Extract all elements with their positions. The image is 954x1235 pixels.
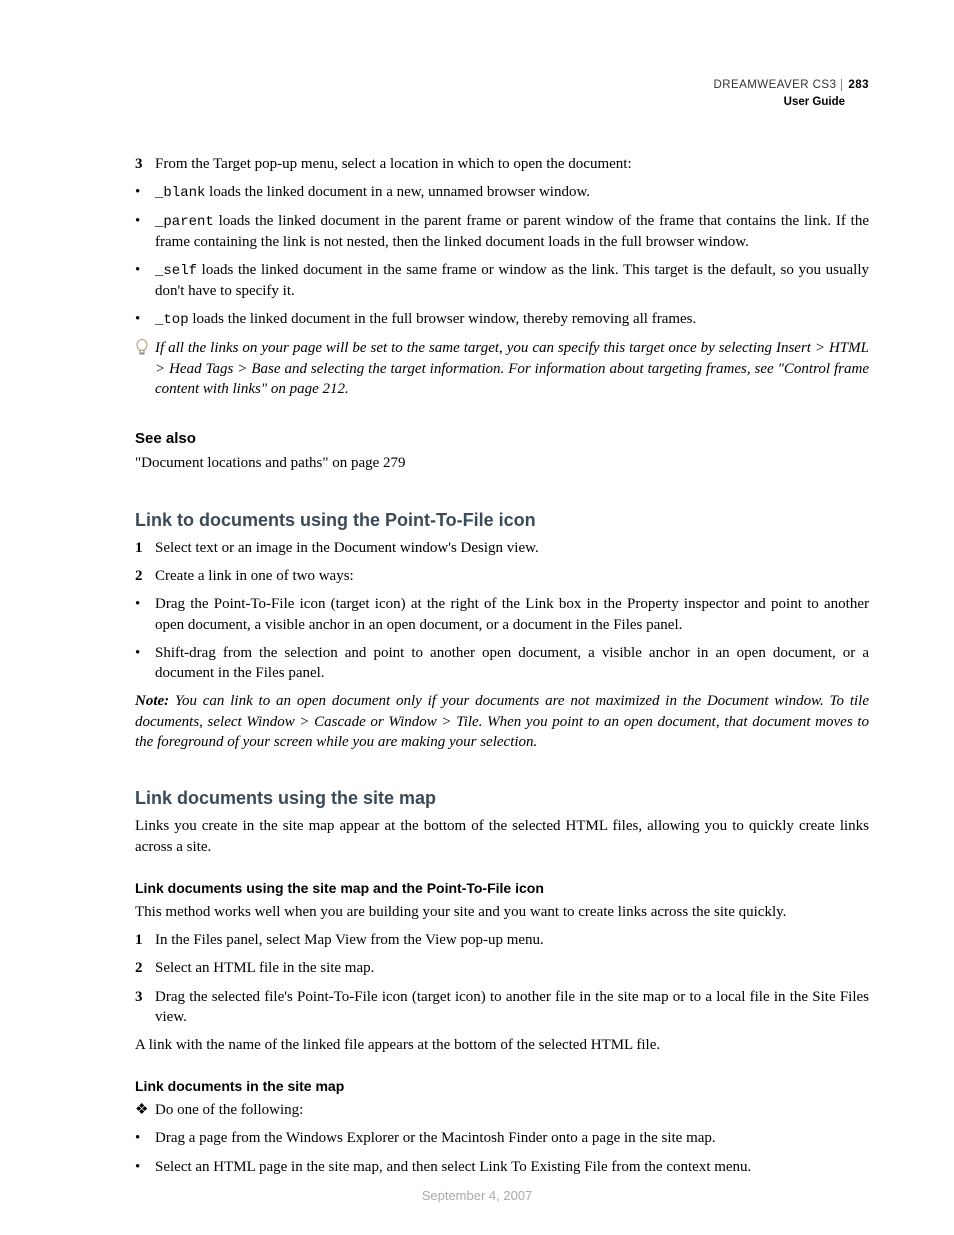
list-item: 1 In the Files panel, select Map View fr… xyxy=(135,930,869,950)
page-number: 283 xyxy=(841,79,869,91)
code-literal: _self xyxy=(155,263,197,279)
tip-block: If all the links on your page will be se… xyxy=(135,338,869,399)
text: loads the linked document in a new, unna… xyxy=(205,184,590,200)
bullet-icon: • xyxy=(135,182,155,203)
list-item: • _parent loads the linked document in t… xyxy=(135,211,869,252)
bullet-text: Drag a page from the Windows Explorer or… xyxy=(155,1128,869,1148)
list-item: • _self loads the linked document in the… xyxy=(135,260,869,301)
step-text: Create a link in one of two ways: xyxy=(155,566,869,586)
page-footer-date: September 4, 2007 xyxy=(0,1187,954,1205)
bullet-text: Select an HTML page in the site map, and… xyxy=(155,1157,869,1177)
list-item: 2 Select an HTML file in the site map. xyxy=(135,958,869,978)
header-line1: DREAMWEAVER CS3 283 xyxy=(713,78,869,94)
note-block: Note: You can link to an open document o… xyxy=(135,691,869,752)
section-intro: Links you create in the site map appear … xyxy=(135,816,869,857)
step-number: 1 xyxy=(135,538,155,558)
result-text: A link with the name of the linked file … xyxy=(135,1035,869,1055)
list-item: • Select an HTML page in the site map, a… xyxy=(135,1157,869,1177)
bullet-text: Drag the Point-To-File icon (target icon… xyxy=(155,594,869,635)
step-text: Select text or an image in the Document … xyxy=(155,538,869,558)
list-item: • _blank loads the linked document in a … xyxy=(135,182,869,203)
list-item: • Shift-drag from the selection and poin… xyxy=(135,643,869,684)
step-text: From the Target pop-up menu, select a lo… xyxy=(155,154,869,174)
step-number: 3 xyxy=(135,987,155,1028)
bullet-text: _parent loads the linked document in the… xyxy=(155,211,869,252)
step-number: 2 xyxy=(135,566,155,586)
text: loads the linked document in the same fr… xyxy=(155,262,869,299)
list-item: 1 Select text or an image in the Documen… xyxy=(135,538,869,558)
bullet-icon: • xyxy=(135,643,155,684)
bullet-text: _top loads the linked document in the fu… xyxy=(155,309,869,330)
page-content: 3 From the Target pop-up menu, select a … xyxy=(135,154,869,1177)
header-subtitle: User Guide xyxy=(713,95,869,111)
bullet-text: _self loads the linked document in the s… xyxy=(155,260,869,301)
bullet-text: _blank loads the linked document in a ne… xyxy=(155,182,869,203)
step-text: Select an HTML file in the site map. xyxy=(155,958,869,978)
step-number: 1 xyxy=(135,930,155,950)
list-item: • Drag the Point-To-File icon (target ic… xyxy=(135,594,869,635)
intro-text: Do one of the following: xyxy=(155,1100,869,1120)
list-item: 3 Drag the selected file's Point-To-File… xyxy=(135,987,869,1028)
step-number: 2 xyxy=(135,958,155,978)
list-item: 2 Create a link in one of two ways: xyxy=(135,566,869,586)
bullet-icon: • xyxy=(135,594,155,635)
bullet-icon: • xyxy=(135,211,155,252)
list-item: ❖ Do one of the following: xyxy=(135,1100,869,1120)
code-literal: _top xyxy=(155,312,189,328)
diamond-icon: ❖ xyxy=(135,1100,155,1120)
page: DREAMWEAVER CS3 283 User Guide 3 From the… xyxy=(0,0,954,1235)
tip-text: If all the links on your page will be se… xyxy=(155,338,869,399)
lightbulb-icon xyxy=(135,338,155,399)
see-also-link: "Document locations and paths" on page 2… xyxy=(135,453,869,473)
bullet-icon: • xyxy=(135,1128,155,1148)
section-heading: Link documents using the site map xyxy=(135,786,869,810)
bullet-text: Shift-drag from the selection and point … xyxy=(155,643,869,684)
subsection-heading: Link documents using the site map and th… xyxy=(135,879,869,898)
bullet-icon: • xyxy=(135,309,155,330)
list-item: • Drag a page from the Windows Explorer … xyxy=(135,1128,869,1148)
note-label: Note: xyxy=(135,693,169,709)
page-header: DREAMWEAVER CS3 283 User Guide xyxy=(713,78,869,110)
step-text: In the Files panel, select Map View from… xyxy=(155,930,869,950)
note-text: You can link to an open document only if… xyxy=(135,693,869,750)
step-number: 3 xyxy=(135,154,155,174)
bullet-icon: • xyxy=(135,260,155,301)
subsection-heading: Link documents in the site map xyxy=(135,1077,869,1096)
product-name: DREAMWEAVER CS3 xyxy=(713,79,836,91)
subsection-intro: This method works well when you are buil… xyxy=(135,902,869,922)
text: loads the linked document in the parent … xyxy=(155,213,869,250)
bullet-icon: • xyxy=(135,1157,155,1177)
list-item: 3 From the Target pop-up menu, select a … xyxy=(135,154,869,174)
text: loads the linked document in the full br… xyxy=(189,311,697,327)
code-literal: _parent xyxy=(155,214,214,230)
list-item: • _top loads the linked document in the … xyxy=(135,309,869,330)
section-heading: Link to documents using the Point-To-Fil… xyxy=(135,508,869,532)
step-text: Drag the selected file's Point-To-File i… xyxy=(155,987,869,1028)
code-literal: _blank xyxy=(155,185,205,201)
see-also-heading: See also xyxy=(135,429,869,449)
